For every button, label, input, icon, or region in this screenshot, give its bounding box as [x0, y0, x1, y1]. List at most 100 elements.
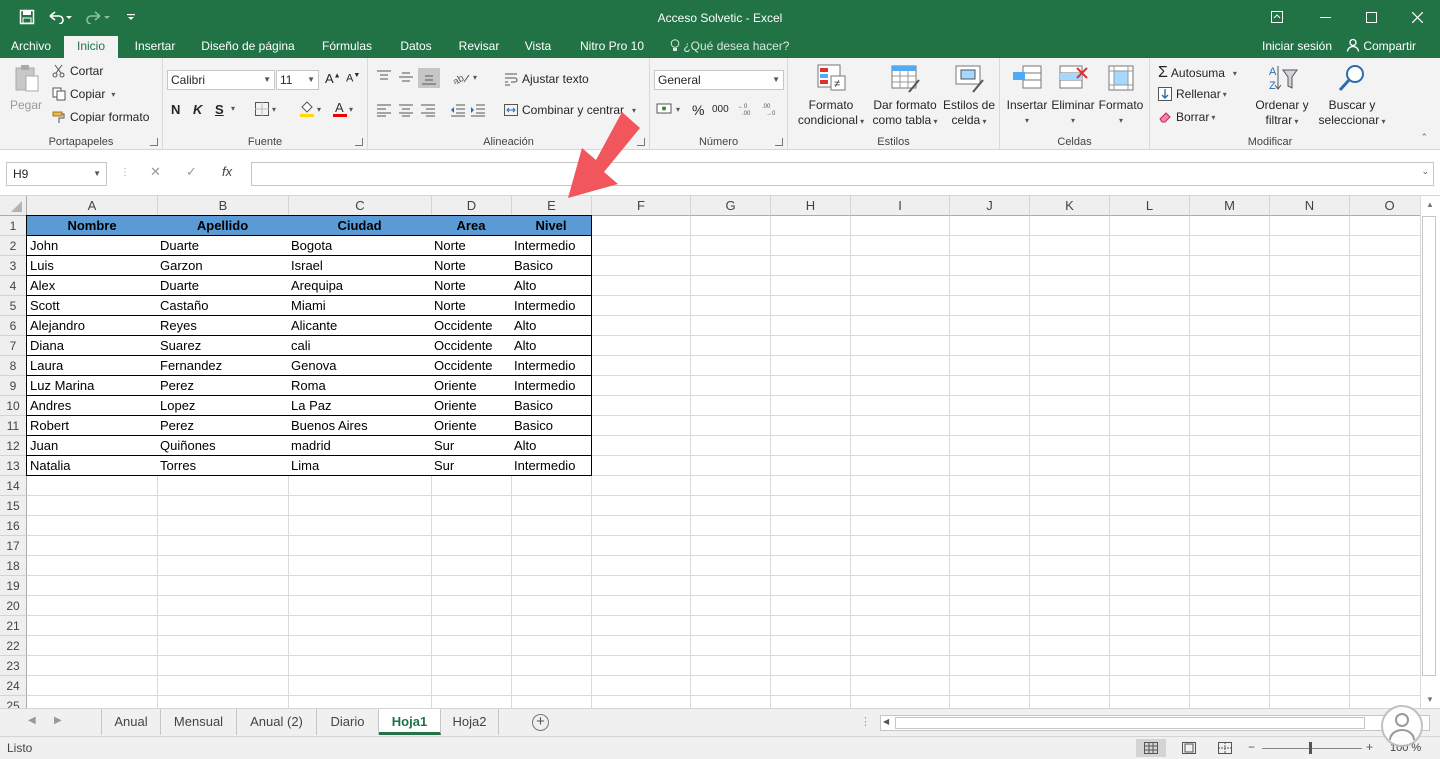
grow-font-button[interactable]: A▲: [325, 71, 341, 86]
tab-formulas[interactable]: Fórmulas: [314, 36, 380, 58]
table-cell[interactable]: Norte: [431, 256, 512, 276]
copy-button[interactable]: Copiar ▾: [52, 87, 115, 101]
column-header-g[interactable]: G: [691, 196, 771, 216]
column-header-h[interactable]: H: [771, 196, 851, 216]
underline-button[interactable]: S: [215, 102, 224, 117]
dialog-launcher-icon[interactable]: [637, 138, 645, 146]
column-header-j[interactable]: J: [950, 196, 1030, 216]
font-name-select[interactable]: Calibri ▼: [167, 70, 275, 90]
table-cell[interactable]: Intermedio: [511, 356, 592, 376]
scroll-left-icon[interactable]: ◀: [883, 717, 889, 726]
table-cell[interactable]: Israel: [288, 256, 432, 276]
conditional-format-button[interactable]: ≠ Formato condicional ▾: [794, 62, 868, 129]
minimize-icon[interactable]: [1302, 0, 1348, 34]
formula-input[interactable]: ⌄: [251, 162, 1434, 186]
column-header-m[interactable]: M: [1190, 196, 1270, 216]
delete-cells-button[interactable]: Eliminar ▾: [1050, 62, 1096, 128]
table-cell[interactable]: Alto: [511, 436, 592, 456]
row-header-25[interactable]: 25: [0, 696, 27, 708]
format-as-table-button[interactable]: Dar formato como tabla ▾: [870, 62, 940, 129]
column-header-i[interactable]: I: [851, 196, 950, 216]
prev-sheet-icon[interactable]: ◀: [28, 715, 36, 726]
table-header-cell[interactable]: Nombre: [26, 215, 158, 236]
tab-diseno-pagina[interactable]: Diseño de página: [193, 36, 303, 58]
dialog-launcher-icon[interactable]: [775, 138, 783, 146]
table-cell[interactable]: Duarte: [157, 236, 289, 256]
fill-color-button[interactable]: ▾: [299, 100, 321, 118]
table-cell[interactable]: Occidente: [431, 316, 512, 336]
align-top-button[interactable]: [376, 70, 392, 84]
tell-me-box[interactable]: ¿Qué desea hacer?: [670, 36, 789, 58]
table-cell[interactable]: Alejandro: [26, 316, 158, 336]
table-cell[interactable]: Alicante: [288, 316, 432, 336]
column-header-l[interactable]: L: [1110, 196, 1190, 216]
row-header-16[interactable]: 16: [0, 516, 27, 536]
table-cell[interactable]: Basico: [511, 396, 592, 416]
zoom-in-icon[interactable]: +: [1366, 740, 1373, 754]
ribbon-display-icon[interactable]: [1254, 0, 1300, 34]
orientation-button[interactable]: ab ▾: [452, 70, 477, 85]
format-cells-button[interactable]: Formato ▾: [1098, 62, 1144, 128]
column-header-c[interactable]: C: [289, 196, 432, 216]
increase-indent-button[interactable]: [470, 103, 486, 117]
next-sheet-icon[interactable]: ▶: [54, 715, 62, 726]
row-header-9[interactable]: 9: [0, 376, 27, 396]
tab-vista[interactable]: Vista: [516, 36, 560, 58]
table-cell[interactable]: Diana: [26, 336, 158, 356]
tab-nitro[interactable]: Nitro Pro 10: [572, 36, 652, 58]
autosum-button[interactable]: Σ Autosuma ▾: [1158, 64, 1237, 82]
row-header-24[interactable]: 24: [0, 676, 27, 696]
increase-decimal-button[interactable]: ←0.00: [738, 102, 758, 116]
font-color-button[interactable]: A ▾: [333, 100, 353, 118]
table-cell[interactable]: Castaño: [157, 296, 289, 316]
find-select-button[interactable]: Buscar y seleccionar ▾: [1314, 62, 1390, 129]
table-cell[interactable]: Basico: [511, 416, 592, 436]
table-cell[interactable]: Oriente: [431, 396, 512, 416]
table-cell[interactable]: Intermedio: [511, 236, 592, 256]
row-header-14[interactable]: 14: [0, 476, 27, 496]
row-header-23[interactable]: 23: [0, 656, 27, 676]
table-cell[interactable]: Luis: [26, 256, 158, 276]
table-cell[interactable]: Natalia: [26, 456, 158, 476]
sheet-tab-mensual[interactable]: Mensual: [161, 709, 237, 735]
table-cell[interactable]: Robert: [26, 416, 158, 436]
align-bottom-button[interactable]: [418, 68, 440, 88]
scroll-down-icon[interactable]: ▼: [1426, 695, 1434, 704]
table-header-cell[interactable]: Nivel: [511, 215, 592, 236]
row-header-22[interactable]: 22: [0, 636, 27, 656]
font-size-select[interactable]: 11 ▼: [276, 70, 319, 90]
row-header-10[interactable]: 10: [0, 396, 27, 416]
table-cell[interactable]: Sur: [431, 456, 512, 476]
column-header-f[interactable]: F: [592, 196, 691, 216]
select-all-corner[interactable]: [0, 196, 27, 216]
percent-button[interactable]: %: [692, 102, 704, 118]
table-cell[interactable]: Sur: [431, 436, 512, 456]
row-header-18[interactable]: 18: [0, 556, 27, 576]
row-header-5[interactable]: 5: [0, 296, 27, 316]
bold-button[interactable]: N: [171, 102, 180, 117]
horizontal-scrollbar[interactable]: ◀: [880, 715, 1430, 731]
table-cell[interactable]: La Paz: [288, 396, 432, 416]
table-cell[interactable]: Suarez: [157, 336, 289, 356]
tab-inicio[interactable]: Inicio: [64, 36, 118, 58]
table-cell[interactable]: Perez: [157, 376, 289, 396]
table-cell[interactable]: John: [26, 236, 158, 256]
shrink-font-button[interactable]: A▼: [346, 72, 360, 85]
add-sheet-icon[interactable]: +: [532, 714, 549, 731]
align-left-button[interactable]: [376, 103, 392, 117]
table-cell[interactable]: Alto: [511, 316, 592, 336]
row-header-3[interactable]: 3: [0, 256, 27, 276]
table-header-cell[interactable]: Area: [431, 215, 512, 236]
row-header-4[interactable]: 4: [0, 276, 27, 296]
number-format-select[interactable]: General ▼: [654, 70, 784, 90]
table-cell[interactable]: madrid: [288, 436, 432, 456]
tab-archivo[interactable]: Archivo: [2, 36, 60, 58]
table-cell[interactable]: Norte: [431, 236, 512, 256]
sheet-tab-hoja2[interactable]: Hoja2: [441, 709, 499, 735]
table-header-cell[interactable]: Ciudad: [288, 215, 432, 236]
merge-center-button[interactable]: Combinar y centrar ▾: [504, 103, 636, 117]
column-header-n[interactable]: N: [1270, 196, 1350, 216]
column-header-k[interactable]: K: [1030, 196, 1110, 216]
column-header-a[interactable]: A: [27, 196, 158, 216]
table-cell[interactable]: Duarte: [157, 276, 289, 296]
